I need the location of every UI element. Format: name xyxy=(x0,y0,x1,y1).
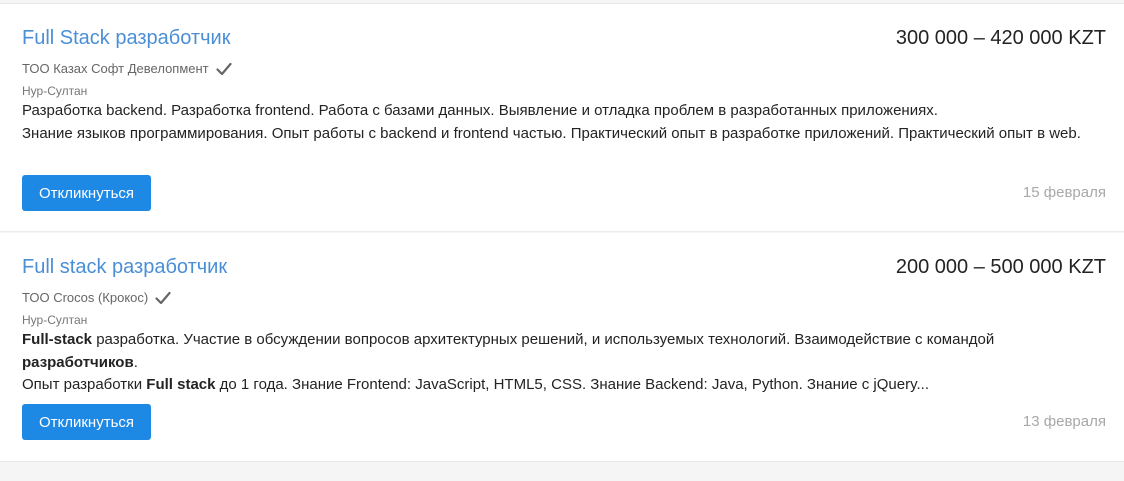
highlight-text: Full stack xyxy=(146,376,216,393)
vacancy-title-link[interactable]: Full Stack разработчик xyxy=(22,26,230,50)
vacancy-salary: 200 000 – 500 000 KZT xyxy=(895,256,1106,278)
respond-button[interactable]: Откликнуться xyxy=(22,175,151,211)
company-name-label[interactable]: ТОО Crocos (Крокос) xyxy=(22,290,148,306)
description-text: . xyxy=(133,353,138,371)
company-name-label[interactable]: ТОО Казах Софт Девелопмент xyxy=(22,61,209,77)
vacancy-card: Full Stack разработчик 300 000 – 420 000… xyxy=(0,3,1124,232)
respond-button[interactable]: Откликнуться xyxy=(22,404,151,440)
highlight-text: разработчиков xyxy=(22,353,134,371)
description-text: Опыт разработки xyxy=(22,376,147,393)
description-text: до 1 года. Знание Frontend: JavaScript, … xyxy=(215,376,930,393)
vacancy-requirements: Опыт разработки Full stack до 1 года. Зн… xyxy=(22,374,1102,397)
highlight-text: Full-stack xyxy=(22,331,93,348)
vacancy-card: Full stack разработчик 200 000 – 500 000… xyxy=(0,233,1124,462)
vacancy-city: Нур-Султан xyxy=(22,313,88,327)
vacancy-description: Разработка backend. Разработка frontend.… xyxy=(22,100,1102,145)
vacancy-responsibilities: Full-stack разработка. Участие в обсужде… xyxy=(22,329,1102,374)
description-text: разработка. Участие в обсуждении вопросо… xyxy=(92,331,995,348)
vacancy-description: Full-stack разработка. Участие в обсужде… xyxy=(22,329,1102,397)
company-name: ТОО Crocos (Крокос) xyxy=(22,290,171,306)
vacancy-requirements: Знание языков программирования. Опыт раб… xyxy=(22,124,1081,142)
vacancy-salary: 300 000 – 420 000 KZT xyxy=(895,27,1106,49)
check-icon xyxy=(216,62,232,76)
vacancy-date: 15 февраля xyxy=(1022,184,1106,201)
vacancy-list: Full Stack разработчик 300 000 – 420 000… xyxy=(0,0,1124,481)
check-icon xyxy=(155,291,171,305)
vacancy-date: 13 февраля xyxy=(1022,413,1106,430)
company-name: ТОО Казах Софт Девелопмент xyxy=(22,61,232,77)
vacancy-city: Нур-Султан xyxy=(22,84,88,98)
vacancy-title-link[interactable]: Full stack разработчик xyxy=(22,255,227,279)
vacancy-responsibilities: Разработка backend. Разработка frontend.… xyxy=(22,102,938,119)
